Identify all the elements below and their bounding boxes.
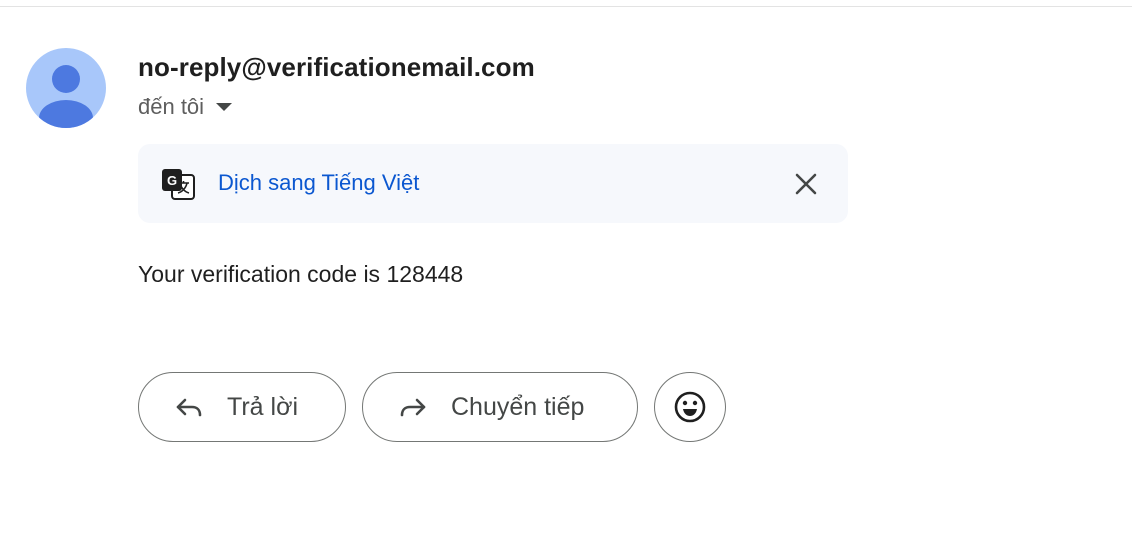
smiley-icon [674,391,706,423]
close-icon[interactable] [792,170,820,198]
svg-text:G: G [167,173,177,188]
forward-button[interactable]: Chuyển tiếp [362,372,638,442]
reply-label: Trả lời [227,392,299,421]
header-divider [0,6,1132,7]
forward-label: Chuyển tiếp [451,392,585,421]
email-body: Your verification code is 128448 [138,261,464,287]
recipient-details[interactable]: đến tôi [138,94,233,120]
person-icon [39,65,93,128]
sender-avatar[interactable] [26,48,106,128]
sender-email: no-reply@verificationemail.com [138,52,535,82]
google-translate-icon: G [162,169,195,200]
forward-arrow-icon [400,398,426,417]
recipient-label: đến tôi [138,94,205,119]
chevron-down-icon[interactable] [216,103,233,111]
translate-link[interactable]: Dịch sang Tiếng Việt [218,170,419,196]
translate-banner: G Dịch sang Tiếng Việt [138,144,848,223]
reply-arrow-icon [176,398,202,417]
reply-button[interactable]: Trả lời [138,372,346,442]
emoji-reaction-button[interactable] [654,372,726,442]
